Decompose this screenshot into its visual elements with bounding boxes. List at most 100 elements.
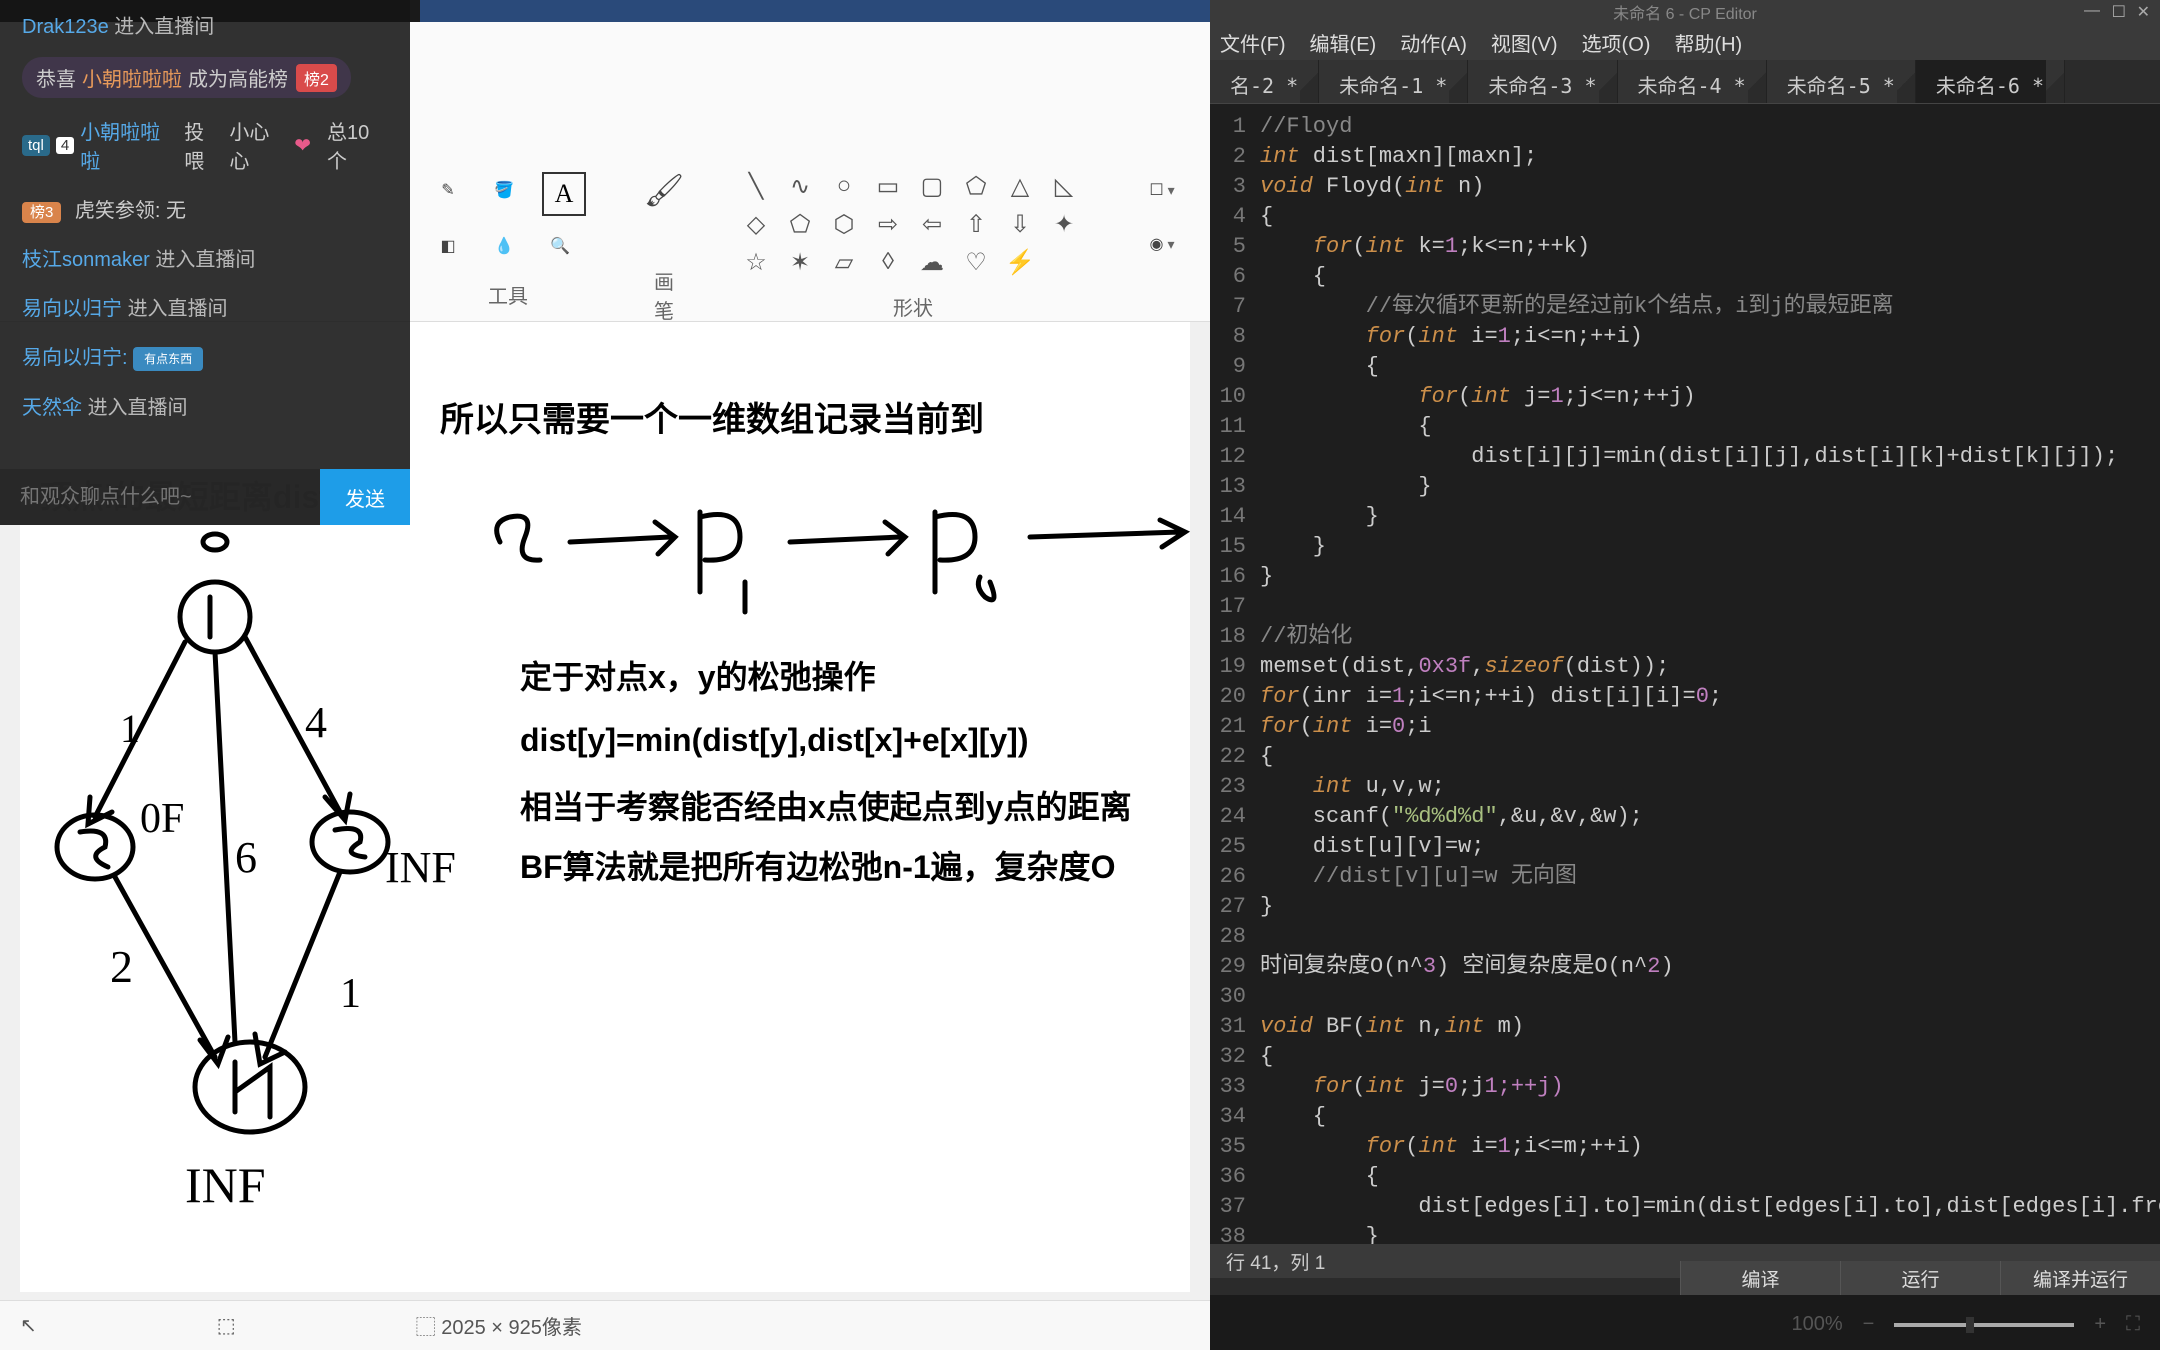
editor-tab[interactable]: 未命名-5 *: [1767, 60, 1916, 103]
congrats-name: 小朝啦啦啦: [82, 63, 182, 92]
maximize-icon[interactable]: ☐: [2112, 2, 2126, 22]
callout2-shape-icon[interactable]: ◊: [874, 248, 902, 276]
selection-tool-icon[interactable]: ⬚: [217, 1313, 236, 1338]
polygon-shape-icon[interactable]: ⬠: [962, 172, 990, 200]
rect-shape-icon[interactable]: ▭: [874, 172, 902, 200]
heart-shape-icon[interactable]: ♡: [962, 248, 990, 276]
svg-text:INF: INF: [385, 843, 456, 892]
code-line: 2int dist[maxn][maxn];: [1210, 142, 2160, 172]
bucket-tool-icon[interactable]: 🪣: [486, 172, 522, 208]
line-shape-icon[interactable]: ╲: [742, 172, 770, 200]
arrow-l-shape-icon[interactable]: ⇦: [918, 210, 946, 238]
line-number: 34: [1210, 1102, 1260, 1132]
zoom-out-button[interactable]: −: [1863, 1313, 1875, 1336]
menu-item[interactable]: 帮助(H): [1674, 28, 1742, 57]
congrats-post: 成为高能榜: [188, 63, 288, 92]
svg-text:6: 6: [235, 833, 257, 882]
editor-tab[interactable]: 名-2 *: [1210, 60, 1319, 103]
hexagon-shape-icon[interactable]: ⬡: [830, 210, 858, 238]
callout-shape-icon[interactable]: ▱: [830, 248, 858, 276]
arrow-r-shape-icon[interactable]: ⇨: [874, 210, 902, 238]
level-badge: 4: [56, 137, 74, 154]
run-button[interactable]: 运行: [1840, 1261, 2000, 1295]
handwriting-graph-ink: 1 4 6 0F INF 2 1: [40, 512, 460, 1212]
chat-username: 枝江sonmaker: [22, 249, 150, 271]
cursor-tool-icon[interactable]: ↖: [20, 1313, 37, 1338]
lightning-shape-icon[interactable]: ⚡: [1006, 248, 1034, 276]
line-content: //每次循环更新的是经过前k个结点，i到j的最短距离: [1260, 292, 2160, 322]
star6-shape-icon[interactable]: ✶: [786, 248, 814, 276]
diamond-shape-icon[interactable]: ◇: [742, 210, 770, 238]
brush-icon[interactable]: 🖌: [646, 172, 682, 208]
rank3-badge: 榜3: [22, 202, 61, 223]
line-number: 29: [1210, 952, 1260, 982]
editor-tab[interactable]: 未命名-1 *: [1319, 60, 1468, 103]
chat-text: 进入直播间: [128, 298, 228, 320]
curve-shape-icon[interactable]: ∿: [786, 172, 814, 200]
arrow-d-shape-icon[interactable]: ⇩: [1006, 210, 1034, 238]
magnifier-tool-icon[interactable]: 🔍: [542, 228, 578, 264]
line-content: for(int j=0;j1;++j): [1260, 1072, 2160, 1102]
menu-item[interactable]: 动作(A): [1400, 28, 1467, 57]
oval-shape-icon[interactable]: ○: [830, 172, 858, 200]
line-content: }: [1260, 1222, 2160, 1244]
zoom-in-button[interactable]: +: [2094, 1313, 2106, 1336]
outline-dropdown[interactable]: ☐▾: [1144, 172, 1180, 208]
menu-item[interactable]: 选项(O): [1582, 28, 1651, 57]
line-number: 21: [1210, 712, 1260, 742]
close-icon[interactable]: ✕: [2137, 2, 2150, 22]
code-line: 31void BF(int n,int m): [1210, 1012, 2160, 1042]
rank-badge: 榜2: [296, 64, 337, 92]
editor-tab[interactable]: 未命名-4 *: [1618, 60, 1767, 103]
minimize-icon[interactable]: —: [2084, 2, 2100, 20]
compile-run-button[interactable]: 编译并运行: [2000, 1261, 2160, 1295]
chat-input[interactable]: [0, 469, 320, 525]
fullscreen-icon[interactable]: ⛶: [2126, 1313, 2140, 1336]
pentagon-shape-icon[interactable]: ⬠: [786, 210, 814, 238]
line-number: 30: [1210, 982, 1260, 1012]
editor-tab[interactable]: 未命名-3 *: [1468, 60, 1617, 103]
compile-button[interactable]: 编译: [1680, 1261, 1840, 1295]
live-chat-overlay: Drak123e 进入直播间 恭喜 小朝啦啦啦 成为高能榜 榜2 tql 4 小…: [0, 0, 410, 525]
zoom-slider[interactable]: [1894, 1323, 2074, 1327]
star4-shape-icon[interactable]: ✦: [1050, 210, 1078, 238]
chat-message: 枝江sonmaker 进入直播间: [0, 233, 410, 282]
chat-input-row: 发送: [0, 469, 410, 525]
code-area[interactable]: 1//Floyd2int dist[maxn][maxn];3void Floy…: [1210, 104, 2160, 1244]
rtriangle-shape-icon[interactable]: ◺: [1050, 172, 1078, 200]
code-line: 13 }: [1210, 472, 2160, 502]
zoom-slider-thumb[interactable]: [1966, 1317, 1974, 1333]
pencil-tool-icon[interactable]: ✎: [430, 172, 466, 208]
editor-tab-bar: 名-2 *未命名-1 *未命名-3 *未命名-4 *未命名-5 *未命名-6 *: [1210, 60, 2160, 104]
fill-dropdown[interactable]: ◉▾: [1144, 226, 1180, 262]
line-content: }: [1260, 892, 2160, 922]
line-number: 36: [1210, 1162, 1260, 1192]
callout3-shape-icon[interactable]: ☁: [918, 248, 946, 276]
text-tool[interactable]: A: [542, 172, 586, 216]
chat-message: 天然伞 进入直播间: [0, 381, 410, 430]
chat-congrats-banner: 恭喜 小朝啦啦啦 成为高能榜 榜2: [22, 57, 351, 98]
rank3-text: 虎笑参领: 无: [75, 200, 186, 222]
line-content: dist[i][j]=min(dist[i][j],dist[i][k]+dis…: [1260, 442, 2160, 472]
editor-tab[interactable]: 未命名-6 *: [1916, 60, 2065, 103]
code-line: 23 int u,v,w;: [1210, 772, 2160, 802]
code-line: 1//Floyd: [1210, 112, 2160, 142]
star5-shape-icon[interactable]: ☆: [742, 248, 770, 276]
line-content: scanf("%d%d%d",&u,&v,&w);: [1260, 802, 2160, 832]
roundrect-shape-icon[interactable]: ▢: [918, 172, 946, 200]
menu-item[interactable]: 视图(V): [1491, 28, 1558, 57]
arrow-u-shape-icon[interactable]: ⇧: [962, 210, 990, 238]
tql-badge: tql: [22, 135, 50, 156]
menu-item[interactable]: 文件(F): [1220, 28, 1286, 57]
line-number: 24: [1210, 802, 1260, 832]
triangle-shape-icon[interactable]: △: [1006, 172, 1034, 200]
eraser-tool-icon[interactable]: ◧: [430, 228, 466, 264]
menu-item[interactable]: 编辑(E): [1310, 28, 1377, 57]
line-content: }: [1260, 532, 2160, 562]
congrats-pre: 恭喜: [36, 63, 76, 92]
send-button[interactable]: 发送: [320, 469, 410, 525]
line-content: void Floyd(int n): [1260, 172, 2160, 202]
gift-username: 小朝啦啦啦: [80, 116, 178, 174]
picker-tool-icon[interactable]: 💧: [486, 228, 522, 264]
code-line: 32{: [1210, 1042, 2160, 1072]
